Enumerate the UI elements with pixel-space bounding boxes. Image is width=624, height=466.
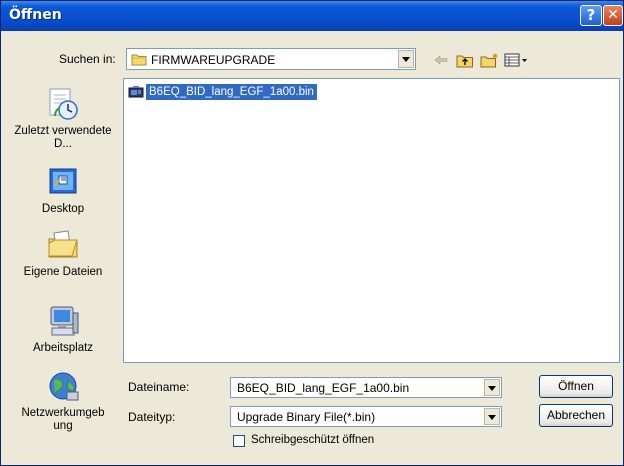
look-in-label: Suchen in:: [59, 52, 116, 66]
network-places-icon: [45, 368, 81, 404]
chevron-down-icon: [488, 415, 496, 420]
filename-label: Dateiname:: [128, 380, 190, 394]
place-label-recent: Zuletzt verwendete D...: [14, 125, 112, 150]
place-label-my-documents: Eigene Dateien: [23, 266, 103, 278]
place-my-documents[interactable]: Eigene Dateien: [9, 227, 117, 279]
look-in-dropdown-button[interactable]: [398, 50, 414, 68]
my-documents-icon: [45, 227, 81, 263]
filename-input[interactable]: B6EQ_BID_lang_EGF_1a00.bin: [230, 377, 502, 398]
filename-value: B6EQ_BID_lang_EGF_1a00.bin: [237, 381, 410, 395]
filetype-value: Upgrade Binary File(*.bin): [237, 410, 376, 424]
chevron-down-icon: [488, 386, 496, 391]
file-name: B6EQ_BID_lang_EGF_1a00.bin: [146, 84, 317, 100]
places-bar: Zuletzt verwendete D... Desktop Eigene D…: [9, 76, 117, 461]
place-network[interactable]: Netzwerkumgebung: [9, 368, 117, 433]
new-folder-icon[interactable]: [480, 53, 500, 73]
place-recent[interactable]: Zuletzt verwendete D...: [9, 86, 117, 151]
place-label-network: Netzwerkumgebung: [21, 407, 105, 432]
readonly-label[interactable]: Schreibgeschützt öffnen: [251, 434, 374, 446]
up-folder-icon[interactable]: [456, 53, 474, 73]
filetype-dropdown[interactable]: Upgrade Binary File(*.bin): [230, 406, 502, 427]
my-computer-icon: [45, 303, 81, 339]
place-label-desktop: Desktop: [41, 203, 85, 215]
desktop-icon: [45, 164, 81, 200]
back-arrow-icon[interactable]: [433, 53, 449, 72]
chevron-down-icon: [402, 57, 410, 62]
view-menu-icon[interactable]: [504, 53, 528, 72]
filename-dropdown-button[interactable]: [484, 379, 500, 396]
open-button[interactable]: Öffnen: [539, 375, 613, 398]
title-bar[interactable]: Öffnen ? ✕: [1, 1, 623, 31]
place-label-my-computer: Arbeitsplatz: [32, 342, 94, 354]
place-desktop[interactable]: Desktop: [9, 164, 117, 216]
file-list[interactable]: B6EQ_BID_lang_EGF_1a00.bin: [123, 78, 620, 363]
look-in-value: FIRMWAREUPGRADE: [151, 53, 276, 67]
help-button[interactable]: ?: [580, 5, 602, 26]
binary-file-icon: [128, 85, 144, 99]
filetype-label: Dateityp:: [128, 410, 176, 424]
folder-icon: [131, 53, 147, 69]
filetype-dropdown-button[interactable]: [484, 408, 500, 425]
cancel-button[interactable]: Abbrechen: [539, 404, 613, 427]
recent-documents-icon: [45, 86, 81, 122]
place-my-computer[interactable]: Arbeitsplatz: [9, 303, 117, 355]
window-title: Öffnen: [9, 7, 62, 23]
look-in-dropdown[interactable]: FIRMWAREUPGRADE: [126, 48, 416, 70]
close-button[interactable]: ✕: [603, 5, 623, 26]
open-dialog: Öffnen ? ✕ Suchen in: FIRMWAREUPGRADE Zu…: [0, 0, 624, 466]
readonly-checkbox[interactable]: [233, 435, 245, 447]
